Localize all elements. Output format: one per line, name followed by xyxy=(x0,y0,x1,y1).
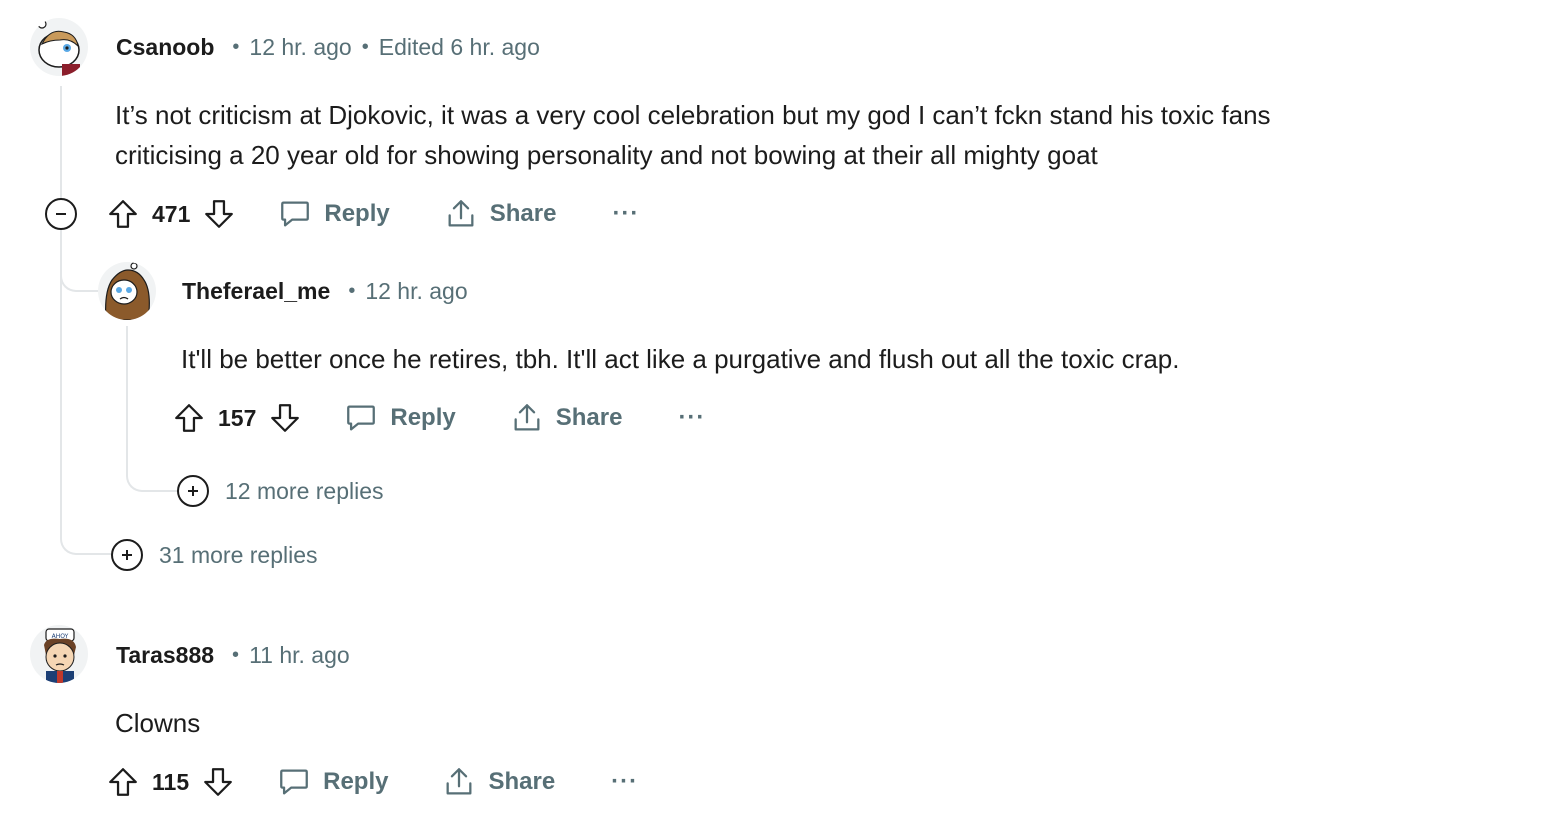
avatar-theferael-me[interactable] xyxy=(98,262,156,320)
comment-meta: Csanoob • 12 hr. ago • Edited 6 hr. ago xyxy=(116,32,540,62)
more-replies-button[interactable]: 31 more replies xyxy=(111,538,318,572)
comment-actions: 157 Reply Share ··· xyxy=(172,396,705,440)
comment-body: It'll be better once he retires, tbh. It… xyxy=(181,344,1180,374)
vote-score: 115 xyxy=(152,768,190,795)
share-icon xyxy=(514,404,540,431)
thread-curve-more-12 xyxy=(126,460,178,492)
timestamp[interactable]: 12 hr. ago xyxy=(365,278,467,305)
edited-timestamp: Edited 6 hr. ago xyxy=(378,33,540,60)
username[interactable]: Csanoob xyxy=(116,34,214,61)
plus-circle-icon xyxy=(177,475,209,507)
avatar-taras888[interactable]: AHOY xyxy=(30,625,88,683)
upvote-icon xyxy=(109,200,137,228)
comment-actions: 471 Reply Share ··· xyxy=(106,192,639,236)
avatar-csanoob[interactable] xyxy=(30,18,88,76)
upvote-button[interactable] xyxy=(106,197,140,231)
comment-meta: Theferael_me • 12 hr. ago xyxy=(182,276,468,306)
downvote-button[interactable] xyxy=(268,401,302,435)
reply-label: Reply xyxy=(323,768,389,795)
thread-curve-more-31 xyxy=(60,520,112,555)
downvote-button[interactable] xyxy=(202,197,236,231)
share-button[interactable]: Share xyxy=(510,401,623,435)
plus-circle-icon xyxy=(111,539,143,571)
reply-label: Reply xyxy=(324,200,390,227)
downvote-icon xyxy=(204,768,232,796)
username[interactable]: Theferael_me xyxy=(182,278,330,305)
share-label: Share xyxy=(489,200,557,227)
comment-bubble-icon xyxy=(347,405,376,431)
minus-circle-icon xyxy=(56,213,66,215)
share-label: Share xyxy=(488,768,556,795)
username[interactable]: Taras888 xyxy=(116,642,214,669)
downvote-button[interactable] xyxy=(201,765,235,799)
comment-actions: 115 Reply Share ··· xyxy=(106,760,638,804)
more-replies-label: 12 more replies xyxy=(225,477,384,504)
downvote-icon xyxy=(205,200,234,228)
share-button[interactable]: Share xyxy=(442,765,555,799)
upvote-icon xyxy=(109,768,137,796)
thread-curve-reply xyxy=(60,250,100,292)
comment-body: Clowns xyxy=(115,708,201,738)
more-options-button[interactable]: ··· xyxy=(611,768,638,796)
upvote-icon xyxy=(175,404,203,432)
share-icon xyxy=(448,200,474,227)
separator-dot: • xyxy=(361,35,369,58)
more-options-button[interactable]: ··· xyxy=(612,200,639,228)
timestamp[interactable]: 12 hr. ago xyxy=(249,34,351,61)
more-options-button[interactable]: ··· xyxy=(678,404,705,432)
more-replies-button[interactable]: 12 more replies xyxy=(177,474,384,508)
comment-bubble-icon xyxy=(281,201,310,227)
downvote-icon xyxy=(271,404,300,432)
separator-dot: • xyxy=(232,643,240,666)
vote-score: 471 xyxy=(152,200,191,227)
reply-label: Reply xyxy=(390,404,456,431)
separator-dot: • xyxy=(232,35,240,58)
thread-line-nested xyxy=(126,326,128,466)
vote-score: 157 xyxy=(218,404,257,431)
comment-meta: Taras888 • 11 hr. ago xyxy=(116,640,350,670)
reply-button[interactable]: Reply xyxy=(278,197,390,231)
upvote-button[interactable] xyxy=(172,401,206,435)
share-label: Share xyxy=(555,404,623,431)
separator-dot: • xyxy=(348,279,356,302)
comment-body: It’s not criticism at Djokovic, it was a… xyxy=(115,95,1271,175)
timestamp[interactable]: 11 hr. ago xyxy=(249,642,350,669)
comment-body-line: It’s not criticism at Djokovic, it was a… xyxy=(115,100,1271,130)
comment-bubble-icon xyxy=(280,769,308,795)
reply-button[interactable]: Reply xyxy=(344,401,456,435)
more-replies-label: 31 more replies xyxy=(159,541,318,568)
collapse-thread-button[interactable] xyxy=(45,198,77,230)
thread-line-main xyxy=(60,86,62,198)
share-icon xyxy=(447,768,472,795)
comment-body-line: criticising a 20 year old for showing pe… xyxy=(115,140,1098,170)
upvote-button[interactable] xyxy=(106,765,140,799)
reply-button[interactable]: Reply xyxy=(277,765,388,799)
share-button[interactable]: Share xyxy=(444,197,557,231)
